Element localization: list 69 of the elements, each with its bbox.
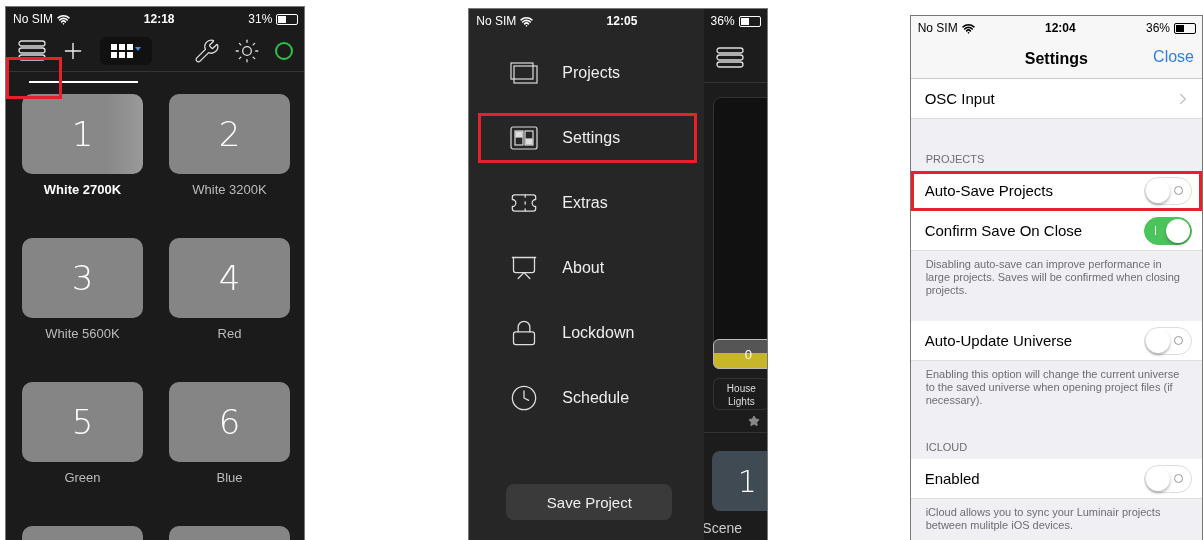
scene-label: White 5600K — [45, 326, 120, 341]
toggle-switch[interactable] — [1144, 216, 1192, 245]
scene-label: Red — [217, 326, 242, 341]
clock-time: 12:18 — [143, 12, 175, 26]
battery-percent: 31% — [248, 12, 273, 26]
battery-icon — [276, 13, 299, 25]
scene-label: Blue — [216, 470, 243, 485]
menu-item[interactable]: Lockdown — [478, 308, 698, 358]
clock-time: 12:05 — [606, 14, 638, 28]
settings-row[interactable]: Auto-Save Projects — [910, 171, 1202, 211]
carrier-label: No SIM — [476, 14, 517, 28]
scene-label: White 2700K — [43, 182, 122, 197]
battery-percent: 36% — [1145, 21, 1170, 35]
wifi-icon — [961, 21, 975, 35]
settings-icon[interactable] — [194, 38, 221, 64]
section-footer: Disabling auto-save can improve performance in large projects. Saves will be confirmed when closing projects. — [910, 251, 1202, 297]
settings-row[interactable]: Confirm Save On Close — [910, 211, 1202, 251]
section-footer: Enabling this option will change the current universe to the saved universe when opening project files (if necessary). — [910, 361, 1202, 407]
scene-tile[interactable]: 6 — [169, 382, 290, 462]
scene-tile[interactable]: 3 — [22, 238, 143, 318]
carrier-label: No SIM — [917, 21, 958, 35]
settings-row[interactable]: Auto-Update Universe — [910, 321, 1202, 361]
scene-tile[interactable]: 1 — [712, 451, 767, 511]
menu-item[interactable]: Settings — [478, 113, 698, 163]
toggle-switch[interactable] — [1144, 464, 1192, 493]
battery-icon — [738, 15, 761, 27]
section-header: ICLOUD — [924, 440, 969, 455]
grid-icon — [111, 44, 141, 58]
grid-view-button[interactable] — [100, 37, 152, 65]
scene-label: White 3200K — [192, 182, 267, 197]
scene-tile[interactable]: 5 — [22, 382, 143, 462]
section-header: PROJECTS — [924, 152, 986, 167]
wifi-icon — [520, 14, 534, 28]
status-circle-icon — [274, 41, 295, 61]
settings-row[interactable]: OSC Input — [910, 79, 1202, 119]
clock-icon — [510, 384, 539, 412]
fader-handle[interactable]: 0 — [713, 339, 767, 369]
screen-title: Settings — [1024, 50, 1088, 68]
toggle-switch[interactable] — [1144, 326, 1192, 355]
menu-item[interactable]: About — [478, 243, 698, 293]
scene-label: Green — [64, 470, 101, 485]
sun-icon[interactable] — [234, 38, 261, 64]
fader-track[interactable]: 0 — [713, 97, 767, 369]
section-footer: iCloud allows you to sync your Luminair projects between mulitple iOS devices. — [910, 499, 1202, 532]
carrier-label: No SIM — [13, 12, 53, 26]
battery-icon — [1174, 22, 1196, 34]
menu-icon[interactable] — [18, 40, 46, 62]
scene-tile[interactable]: 1 — [22, 94, 143, 174]
scene-tile[interactable]: 2 — [169, 94, 290, 174]
scene-tile[interactable]: 4 — [169, 238, 290, 318]
settings-row[interactable]: Enabled — [910, 459, 1202, 499]
windows-icon — [510, 62, 539, 84]
switches-icon — [510, 126, 539, 150]
menu-icon[interactable] — [716, 46, 745, 69]
menu-item[interactable]: Schedule — [478, 373, 698, 423]
toggle-switch[interactable] — [1144, 176, 1192, 205]
battery-percent: 36% — [710, 14, 735, 28]
menu-item[interactable]: Extras — [478, 178, 698, 228]
signboard-icon — [510, 254, 539, 282]
row-label: OSC Input — [924, 90, 995, 107]
menu-item[interactable]: Projects — [478, 48, 698, 98]
wifi-icon — [57, 12, 70, 26]
close-button[interactable]: Close — [1153, 48, 1194, 66]
row-label: Auto-Save Projects — [924, 182, 1054, 199]
clock-time: 12:04 — [1044, 21, 1076, 35]
row-label: Auto-Update Universe — [924, 332, 1073, 349]
save-project-button[interactable]: Save Project — [506, 484, 673, 520]
row-label: Confirm Save On Close — [924, 222, 1083, 239]
row-label: Enabled — [924, 470, 980, 487]
